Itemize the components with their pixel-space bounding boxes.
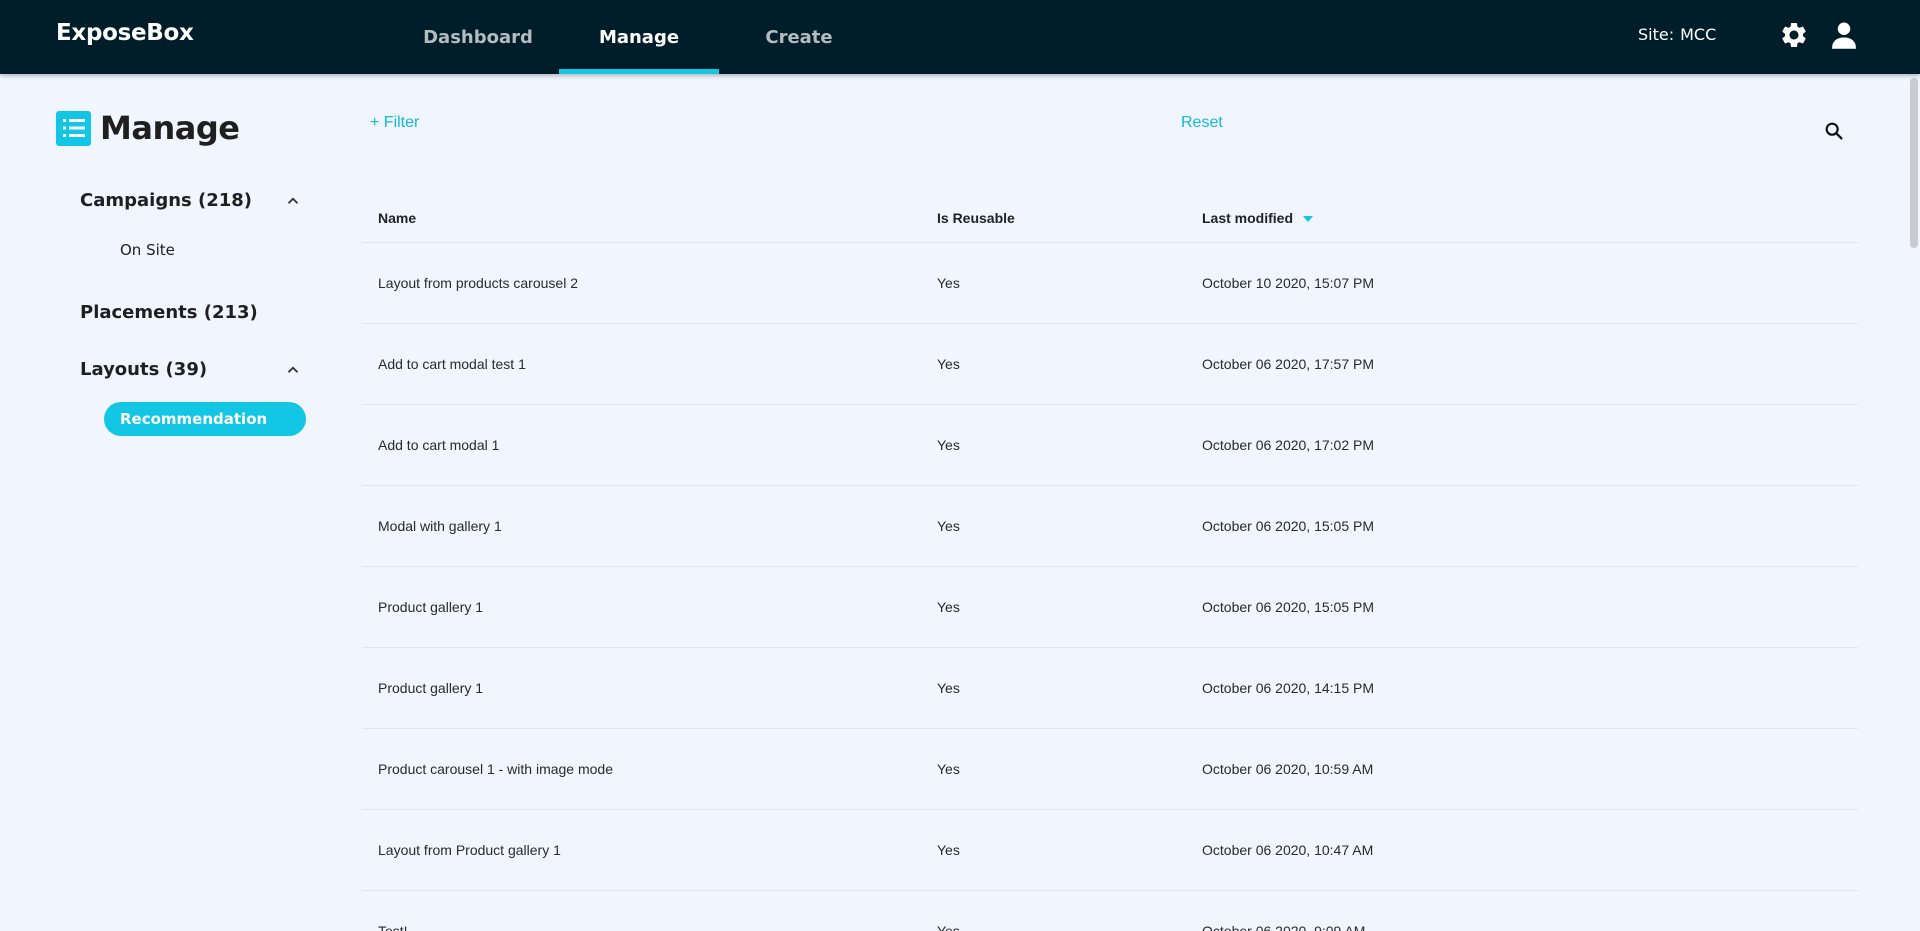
cell-reusable: Yes [937,437,960,453]
tab-create[interactable]: Create [719,0,879,74]
tab-dashboard[interactable]: Dashboard [398,0,558,74]
sort-desc-icon[interactable] [1303,216,1314,223]
cell-reusable: Yes [937,518,960,534]
reset-button[interactable]: Reset [1181,114,1223,132]
sidebar-group-layouts[interactable]: Layouts (39) [80,359,207,380]
table-row[interactable]: Product gallery 1 Yes October 06 2020, 1… [362,648,1858,729]
cell-reusable: Yes [937,761,960,777]
table-row[interactable]: Layout from Product gallery 1 Yes Octobe… [362,810,1858,891]
scrollbar-thumb[interactable] [1910,78,1918,248]
site-selector[interactable]: Site: MCC [1638,25,1716,44]
filter-button[interactable]: + Filter [370,114,419,132]
table-row[interactable]: Modal with gallery 1 Yes October 06 2020… [362,486,1858,567]
cell-last-modified: October 06 2020, 10:47 AM [1202,842,1374,858]
search-icon[interactable] [1823,120,1845,142]
cell-last-modified: October 06 2020, 15:05 PM [1202,518,1374,534]
table-row[interactable]: Product carousel 1 - with image mode Yes… [362,729,1858,810]
cell-name: Layout from Product gallery 1 [378,842,561,858]
table-row[interactable]: Add to cart modal 1 Yes October 06 2020,… [362,405,1858,486]
table-row[interactable]: Test! Yes October 06 2020, 9:09 AM [362,891,1858,931]
cell-reusable: Yes [937,275,960,291]
chevron-up-icon[interactable] [284,361,302,379]
cell-reusable: Yes [937,599,960,615]
brand-logo[interactable]: ExposeBox [56,20,194,46]
sidebar-group-placements[interactable]: Placements (213) [80,302,258,323]
sidebar-item-on-site[interactable]: On Site [120,241,175,259]
cell-name: Product gallery 1 [378,599,484,615]
cell-reusable: Yes [937,356,960,372]
site-value: MCC [1680,25,1717,44]
cell-name: Add to cart modal 1 [378,437,500,453]
cell-last-modified: October 06 2020, 15:05 PM [1202,599,1374,615]
column-header-is-reusable[interactable]: Is Reusable [937,193,1015,243]
page-title: Manage [100,109,240,147]
cell-last-modified: October 06 2020, 17:02 PM [1202,437,1374,453]
layouts-table: Name Is Reusable Last modified Layout fr… [362,193,1858,931]
table-header: Name Is Reusable Last modified [362,193,1858,243]
table-body: Layout from products carousel 2 Yes Octo… [362,243,1858,931]
cell-name: Product carousel 1 - with image mode [378,761,613,777]
table-row[interactable]: Layout from products carousel 2 Yes Octo… [362,243,1858,324]
gear-icon[interactable] [1779,20,1809,50]
cell-last-modified: October 06 2020, 14:15 PM [1202,680,1374,696]
page-heading: Manage [56,108,240,148]
user-icon[interactable] [1829,20,1859,50]
cell-reusable: Yes [937,923,960,931]
tab-manage[interactable]: Manage [559,0,719,74]
sidebar-group-campaigns[interactable]: Campaigns (218) [80,190,252,211]
cell-last-modified: October 06 2020, 10:59 AM [1202,761,1374,777]
cell-last-modified: October 06 2020, 9:09 AM [1202,923,1366,931]
column-header-name[interactable]: Name [378,193,416,243]
cell-name: Product gallery 1 [378,680,484,696]
cell-reusable: Yes [937,842,960,858]
cell-reusable: Yes [937,680,960,696]
sidebar-item-recommendation[interactable]: Recommendation [104,402,306,436]
chevron-up-icon[interactable] [284,192,302,210]
table-row[interactable]: Product gallery 1 Yes October 06 2020, 1… [362,567,1858,648]
top-navbar: ExposeBox Dashboard Manage Create Site: M… [0,0,1920,74]
cell-name: Modal with gallery 1 [378,518,502,534]
cell-last-modified: October 06 2020, 17:57 PM [1202,356,1374,372]
cell-name: Layout from products carousel 2 [378,275,578,291]
site-label: Site: [1638,25,1675,44]
list-icon [56,110,91,146]
cell-last-modified: October 10 2020, 15:07 PM [1202,275,1374,291]
cell-name: Add to cart modal test 1 [378,356,526,372]
column-header-last-modified[interactable]: Last modified [1202,193,1314,243]
cell-name: Test! [378,923,408,931]
table-row[interactable]: Add to cart modal test 1 Yes October 06 … [362,324,1858,405]
column-header-last-modified-label: Last modified [1202,210,1294,226]
